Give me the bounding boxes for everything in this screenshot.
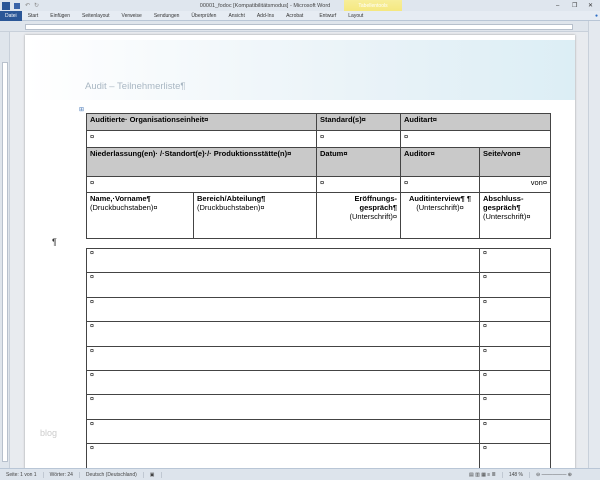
table-row: ¤ ¤: [86, 394, 551, 420]
tab-ueberpruefen[interactable]: Überprüfen: [185, 13, 222, 19]
language[interactable]: Deutsch (Deutschland): [80, 471, 144, 478]
cell-signature[interactable]: ¤: [479, 394, 551, 420]
department-sub: (Druckbuchstaben)¤: [197, 203, 265, 212]
paragraph-mark: ¶: [52, 237, 57, 247]
col-closing-header: Abschluss-gespräch¶ (Unterschrift)¤: [479, 192, 552, 239]
tab-einfuegen[interactable]: Einfügen: [44, 13, 76, 19]
cell-location-value[interactable]: ¤: [85, 176, 318, 193]
table-row: ¤ ¤: [86, 296, 551, 323]
tab-verweise[interactable]: Verweise: [116, 13, 148, 19]
cell-name[interactable]: ¤: [86, 272, 480, 298]
tab-entwurf[interactable]: Entwurf: [313, 13, 342, 19]
closing-sub: (Unterschrift)¤: [483, 212, 531, 221]
undo-icon[interactable]: ↶: [25, 2, 30, 9]
cell-date-label: Datum¤: [316, 147, 402, 177]
restore-button[interactable]: ❐: [572, 2, 577, 9]
tab-start[interactable]: Start: [22, 13, 45, 19]
page-count[interactable]: Seite: 1 von 1: [0, 471, 44, 478]
tab-add-ins[interactable]: Add-Ins: [251, 13, 280, 19]
tab-layout[interactable]: Layout: [342, 13, 369, 19]
cell-signature[interactable]: ¤: [479, 247, 551, 274]
table-row: ¤ ¤: [86, 272, 551, 298]
tab-acrobat[interactable]: Acrobat: [280, 13, 309, 19]
cell-name[interactable]: ¤: [86, 321, 480, 347]
cell-date-value[interactable]: ¤: [316, 176, 402, 193]
cell-page-value[interactable]: von¤: [479, 176, 552, 193]
cell-name[interactable]: ¤: [86, 418, 480, 445]
opening-sub: (Unterschrift)¤: [349, 212, 398, 221]
zoom-slider[interactable]: ⊖ ─────── ⊕: [530, 472, 600, 478]
cell-signature[interactable]: ¤: [479, 345, 551, 371]
col-name-header: Name,·Vorname¶ (Druckbuchstaben)¤: [86, 192, 194, 239]
cell-signature[interactable]: ¤: [479, 321, 551, 347]
cell-standards-value[interactable]: ¤: [316, 130, 402, 148]
word-icon: [2, 1, 10, 10]
cell-name[interactable]: ¤: [86, 394, 480, 420]
table-row: ¤ ¤: [86, 321, 551, 347]
cell-location-label: Niederlassung(en)· /·Standort(e)·/· Prod…: [85, 147, 318, 177]
cell-auditor-label: Auditor¤: [400, 147, 481, 177]
view-buttons[interactable]: ▤ ▥ ▦ ≡ ≣: [463, 471, 503, 478]
tab-seitenlayout[interactable]: Seitenlayout: [76, 13, 116, 19]
cell-org-unit-label: Auditierte· Organisationseinheit¤: [85, 113, 318, 131]
table-row: ¤ ¤: [86, 247, 551, 274]
interview-label: Auditinterview¶ ¶: [408, 194, 472, 203]
close-button[interactable]: ✕: [588, 2, 593, 9]
tab-datei[interactable]: Datei: [0, 10, 22, 21]
cell-page-label: Seite/von¤: [479, 147, 552, 177]
cell-org-unit-value[interactable]: ¤: [85, 130, 318, 148]
redo-icon[interactable]: ↻: [34, 2, 39, 9]
interview-sub: (Unterschrift)¤: [416, 203, 464, 212]
ribbon-tabs: Datei Start Einfügen Seitenlayout Verwei…: [0, 10, 600, 21]
name-label: Name,·Vorname¶: [90, 194, 151, 203]
cell-auditart-value[interactable]: ¤: [400, 130, 552, 148]
table-row: ¤ ¤: [86, 443, 551, 469]
tab-sendungen[interactable]: Sendungen: [148, 13, 186, 19]
zoom-level[interactable]: 148 %: [503, 471, 530, 478]
col-department-header: Bereich/Abteilung¶ (Druckbuchstaben)¤: [192, 192, 318, 239]
cell-name[interactable]: ¤: [86, 247, 480, 274]
cell-name[interactable]: ¤: [86, 369, 480, 396]
cell-auditor-value[interactable]: ¤: [400, 176, 481, 193]
cell-name[interactable]: ¤: [86, 296, 480, 323]
horizontal-ruler[interactable]: [0, 21, 600, 32]
cell-auditart-label: Auditart¤: [400, 113, 552, 131]
header-table: Auditierte· Organisationseinheit¤ Standa…: [85, 113, 552, 239]
document-title: Audit – Teilnehmerliste¶: [85, 81, 186, 92]
vertical-scrollbar[interactable]: [588, 21, 600, 468]
closing-label: Abschluss-gespräch¶: [483, 194, 524, 212]
table-row: ¤ ¤: [86, 418, 551, 445]
save-icon[interactable]: [14, 2, 20, 9]
table-row: ¤ ¤: [86, 345, 551, 371]
name-sub: (Druckbuchstaben)¤: [90, 203, 158, 212]
table-row: ¤ ¤: [86, 369, 551, 396]
table-move-handle-icon[interactable]: ⊞: [79, 106, 84, 113]
minimize-button[interactable]: –: [556, 3, 559, 9]
col-interview-header: Auditinterview¶ ¶ (Unterschrift)¤: [400, 192, 481, 239]
vertical-ruler[interactable]: [0, 32, 10, 468]
cell-signature[interactable]: ¤: [479, 369, 551, 396]
opening-label: Eröffnungs-gespräch¶: [354, 194, 398, 212]
word-count[interactable]: Wörter: 24: [44, 471, 80, 478]
cell-name[interactable]: ¤: [86, 443, 480, 469]
cell-signature[interactable]: ¤: [479, 418, 551, 445]
tab-ansicht[interactable]: Ansicht: [222, 13, 250, 19]
watermark: blog: [40, 428, 58, 438]
title-bar: ↶ ↻ 00001_fodoc [Kompatibilitätsmodus] -…: [0, 0, 600, 11]
department-label: Bereich/Abteilung¶: [197, 194, 266, 203]
status-bar: Seite: 1 von 1 Wörter: 24 Deutsch (Deuts…: [0, 468, 600, 480]
participants-table: ¤ ¤ ¤ ¤ ¤ ¤ ¤ ¤ ¤ ¤ ¤ ¤ ¤ ¤ ¤ ¤ ¤ ¤: [86, 247, 551, 469]
cell-signature[interactable]: ¤: [479, 296, 551, 323]
help-icon[interactable]: ●: [589, 13, 600, 19]
cell-standards-label: Standard(s)¤: [316, 113, 401, 131]
macro-icon[interactable]: ▣: [144, 471, 162, 478]
cell-signature[interactable]: ¤: [479, 443, 551, 469]
cell-name[interactable]: ¤: [86, 345, 480, 371]
cell-signature[interactable]: ¤: [479, 272, 551, 298]
col-opening-header: Eröffnungs-gespräch¶ (Unterschrift)¤: [316, 192, 402, 239]
